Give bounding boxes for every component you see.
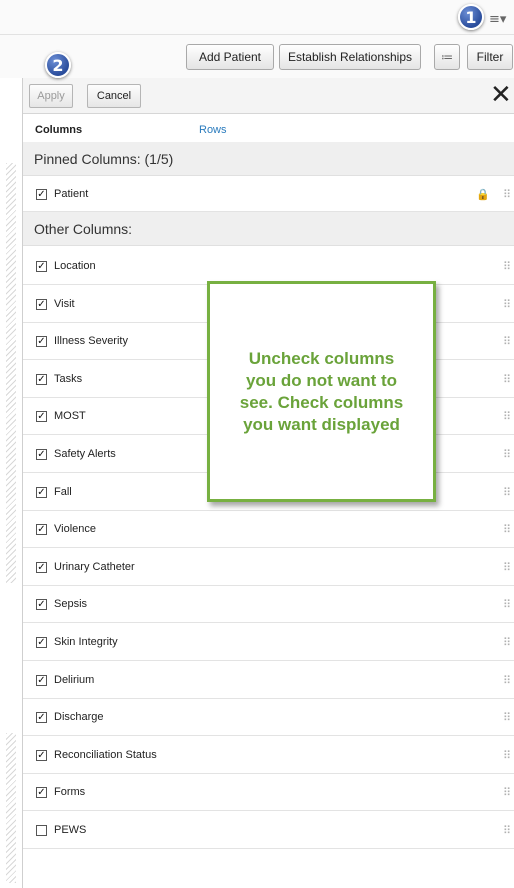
drag-handle-icon[interactable]: ⠿ (503, 486, 511, 499)
column-checkbox[interactable]: ✓ (36, 787, 47, 798)
column-checkbox[interactable] (36, 825, 47, 836)
apply-button[interactable]: Apply (29, 84, 73, 108)
drag-handle-icon[interactable]: ⠿ (503, 711, 511, 724)
column-label: Discharge (54, 711, 104, 723)
column-label: Urinary Catheter (54, 561, 135, 573)
column-row[interactable]: ✓ Location ⠿ (23, 247, 514, 285)
other-columns-header: Other Columns: (23, 212, 514, 246)
column-label: Delirium (54, 674, 95, 686)
column-label: Fall (54, 486, 72, 498)
drag-handle-icon[interactable]: ⠿ (503, 636, 511, 649)
column-checkbox[interactable]: ✓ (36, 562, 47, 573)
column-row[interactable]: ✓ Skin Integrity ⠿ (23, 623, 514, 661)
column-label: MOST (54, 410, 86, 422)
column-label: Patient (54, 188, 89, 200)
drag-handle-icon[interactable]: ⠿ (503, 824, 511, 837)
instruction-callout: Uncheck columns you do not want to see. … (207, 281, 436, 502)
column-checkbox[interactable]: ✓ (36, 524, 47, 535)
step-2-badge: 2 (45, 52, 71, 78)
column-checkbox[interactable]: ✓ (36, 336, 47, 347)
drag-handle-icon[interactable]: ⠿ (503, 373, 511, 386)
establish-relationships-button[interactable]: Establish Relationships (279, 44, 421, 70)
column-row[interactable]: ✓ Urinary Catheter ⠿ (23, 548, 514, 586)
drag-handle-icon[interactable]: ⠿ (503, 335, 511, 348)
filter-button[interactable]: Filter (467, 44, 513, 70)
column-label: Safety Alerts (54, 448, 116, 460)
column-row[interactable]: ✓ Forms ⠿ (23, 773, 514, 811)
drag-handle-icon[interactable]: ⠿ (503, 786, 511, 799)
column-checkbox[interactable]: ✓ (36, 487, 47, 498)
column-label: Forms (54, 786, 86, 798)
column-row[interactable]: ✓ Delirium ⠿ (23, 661, 514, 699)
column-row[interactable]: ✓ Patient 🔒 ⠿ (23, 176, 514, 212)
column-label: PEWS (54, 824, 87, 836)
gutter-hatch-bottom (6, 733, 16, 883)
tab-columns[interactable]: Columns (35, 124, 82, 136)
pinned-columns-header: Pinned Columns: (1/5) (23, 142, 514, 176)
column-checkbox[interactable]: ✓ (36, 189, 47, 200)
column-checkbox[interactable]: ✓ (36, 637, 47, 648)
drag-handle-icon[interactable]: ⠿ (503, 749, 511, 762)
drag-handle-icon[interactable]: ⠿ (503, 561, 511, 574)
column-checkbox[interactable]: ✓ (36, 411, 47, 422)
close-icon[interactable]: ✕ (490, 79, 512, 111)
column-label: Violence (54, 523, 96, 535)
column-label: Sepsis (54, 598, 88, 610)
column-label: Reconciliation Status (54, 749, 157, 761)
drag-handle-icon[interactable]: ⠿ (503, 674, 511, 687)
column-checkbox[interactable]: ✓ (36, 261, 47, 272)
column-checkbox[interactable]: ✓ (36, 712, 47, 723)
column-label: Illness Severity (54, 335, 128, 347)
column-label: Visit (54, 298, 75, 310)
column-row[interactable]: ✓ Reconciliation Status ⠿ (23, 736, 514, 774)
panel-tabs: Columns Rows (23, 118, 514, 142)
column-settings-icon[interactable]: ≔ (434, 44, 460, 70)
column-row[interactable]: ✓ Violence ⠿ (23, 510, 514, 548)
drag-handle-icon[interactable]: ⠿ (503, 260, 511, 273)
column-checkbox[interactable]: ✓ (36, 449, 47, 460)
column-row[interactable]: ✓ Discharge ⠿ (23, 698, 514, 736)
left-gutter (0, 78, 22, 888)
drag-handle-icon[interactable]: ⠿ (503, 188, 511, 201)
drag-handle-icon[interactable]: ⠿ (503, 523, 511, 536)
drag-handle-icon[interactable]: ⠿ (503, 410, 511, 423)
column-label: Location (54, 260, 96, 272)
column-label: Tasks (54, 373, 83, 385)
column-checkbox[interactable]: ✓ (36, 675, 47, 686)
drag-handle-icon[interactable]: ⠿ (503, 598, 511, 611)
column-checkbox[interactable]: ✓ (36, 599, 47, 610)
column-checkbox[interactable]: ✓ (36, 374, 47, 385)
top-toolbar: ≡▾ Add Patient Establish Relationships ≔… (0, 0, 514, 78)
column-label: Skin Integrity (54, 636, 118, 648)
lock-icon: 🔒 (476, 188, 490, 201)
toolbar-divider (0, 34, 514, 35)
tab-rows[interactable]: Rows (199, 124, 227, 136)
callout-text: Uncheck columns you do not want to see. … (239, 348, 404, 434)
drag-handle-icon[interactable]: ⠿ (503, 298, 511, 311)
menu-dropdown-icon[interactable]: ≡▾ (489, 12, 506, 27)
column-row[interactable]: PEWS ⠿ (23, 811, 514, 849)
add-patient-button[interactable]: Add Patient (186, 44, 274, 70)
gutter-hatch-top (6, 163, 16, 583)
column-row[interactable]: ✓ Sepsis ⠿ (23, 585, 514, 623)
drag-handle-icon[interactable]: ⠿ (503, 448, 511, 461)
cancel-button[interactable]: Cancel (87, 84, 141, 108)
column-checkbox[interactable]: ✓ (36, 299, 47, 310)
step-1-badge: 1 (458, 4, 484, 30)
column-checkbox[interactable]: ✓ (36, 750, 47, 761)
panel-header: Apply Cancel ✕ (23, 78, 514, 114)
